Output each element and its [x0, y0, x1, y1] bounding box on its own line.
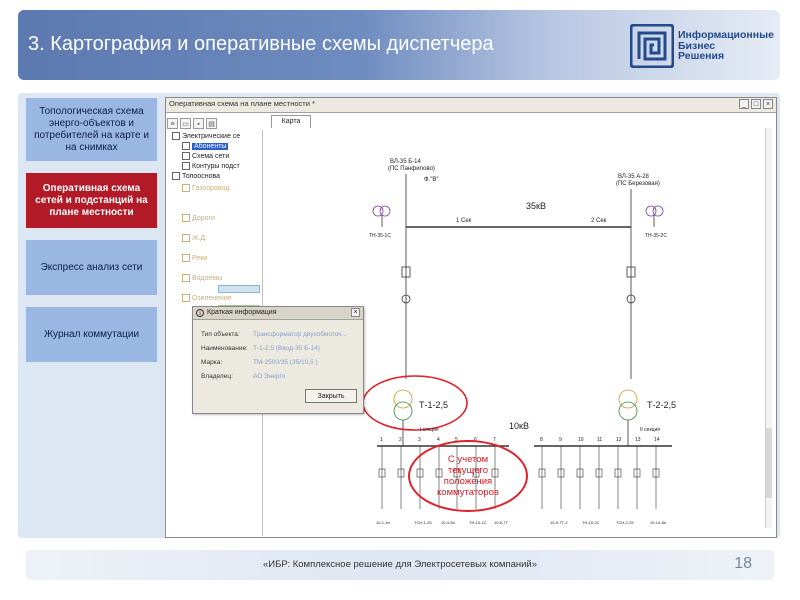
popup-row-name: Наименование: Т-1-2,5 (Ввод-35 Б-14)	[201, 345, 320, 352]
minimize-icon[interactable]: _	[739, 99, 749, 109]
feeder-label: 10-1-4н	[376, 520, 390, 525]
sidebar-item-operative-scheme[interactable]: Оперативная схема сетей и подстанций на …	[26, 173, 157, 228]
tn2-label: ТН-35-2С	[645, 233, 667, 239]
sec1-low-label: I секция	[420, 427, 439, 433]
info-icon: i	[196, 309, 204, 317]
cell-number: 12	[616, 437, 622, 443]
cell-number: 2	[399, 437, 402, 443]
tree-item[interactable]: Ж.Д.	[182, 234, 207, 242]
cell-number: 10	[578, 437, 584, 443]
feeder-label: ТН-10-2С	[582, 520, 600, 525]
window-titlebar: Оперативная схема на плане местности * _…	[166, 98, 776, 113]
cell-number: 11	[597, 437, 602, 443]
scroll-thumb[interactable]	[766, 428, 772, 498]
popup-row-owner: Владелец: АО Энерго	[201, 373, 286, 380]
feeder-label: ТСН-2-25	[616, 520, 634, 525]
feeder-label: ТН-10-1С	[469, 520, 487, 525]
tree-item[interactable]: Дороги	[182, 214, 215, 222]
footer-text: «ИБР: Комплексное решение для Электросет…	[262, 559, 538, 570]
sec2-low-label: II секция	[640, 427, 660, 433]
tn1-label: ТН-35-1С	[369, 233, 391, 239]
t2-label: Т-2-2,5	[647, 400, 676, 410]
tree-item[interactable]: Газопровод	[182, 184, 229, 192]
slide-title: 3. Картография и оперативные схемы диспе…	[28, 33, 494, 55]
maximize-icon[interactable]: □	[751, 99, 761, 109]
line1-sub: (ПС Панфилово)	[388, 166, 435, 172]
cell-number: 13	[635, 437, 641, 443]
bus35-label: 35кВ	[526, 201, 546, 211]
section2-label: 2 Сек	[591, 218, 607, 224]
sidebar-item-switching-log[interactable]: Журнал коммутации	[26, 307, 157, 362]
tree-item[interactable]: Озеленение	[182, 294, 232, 302]
line2-sub: (ПС Березовая)	[616, 181, 660, 187]
tree-item[interactable]: Реки	[182, 254, 207, 262]
logo-text: Информационные Бизнес Решения	[678, 29, 774, 62]
popup-title: Краткая информация	[207, 309, 277, 316]
popup-row-model: Марка: ТМ-2500/35 (35/10,5 )	[201, 359, 318, 366]
water-swatch	[218, 285, 260, 293]
tab-map[interactable]: Карта	[271, 115, 311, 128]
sidebar-item-express-analysis[interactable]: Экспресс анализ сети	[26, 240, 157, 295]
switch-state-callout: С учетом текущего положения коммутаторов	[408, 440, 528, 512]
line1-name: ВЛ-35 Б-14	[390, 159, 421, 165]
vertical-scrollbar[interactable]	[765, 128, 772, 528]
callout-text: С учетом текущего положения коммутаторов	[437, 454, 499, 498]
popup-row-type: Тип объекта: Трансформатор двухобмоточ...	[201, 331, 347, 338]
cell-number: 14	[654, 437, 660, 443]
layers-icon[interactable]: ≡	[167, 118, 178, 129]
feeder-label: 10-4-5н	[441, 520, 455, 525]
tree-item[interactable]: Электрические се	[172, 132, 240, 140]
print-icon[interactable]: ▤	[206, 118, 217, 129]
line2-name: ВЛ-35 А-28	[618, 174, 650, 180]
feeder-label: 10-14-8н	[650, 520, 666, 525]
sidebar-item-topology[interactable]: Топологическая схема энерго-объектов и п…	[26, 98, 157, 161]
window-title: Оперативная схема на плане местности *	[169, 99, 315, 108]
company-logo: Информационные Бизнес Решения	[630, 24, 790, 74]
cell-number: 8	[540, 437, 543, 443]
folder-icon[interactable]: ▭	[180, 118, 191, 129]
cell-number: 7	[493, 437, 496, 443]
feeder-label: ТСН-1-25	[414, 520, 432, 525]
save-icon[interactable]: ▪	[193, 118, 204, 129]
section1-label: 1 Сек	[456, 218, 472, 224]
popup-titlebar: i Краткая информация ×	[193, 307, 363, 320]
tree-item[interactable]: Топооснова	[172, 172, 220, 180]
t1-label: Т-1-2,5	[419, 400, 448, 410]
popup-close-icon[interactable]: ×	[351, 308, 360, 317]
slide-header: 3. Картография и оперативные схемы диспе…	[18, 10, 780, 80]
popup-close-button[interactable]: Закрыть	[305, 389, 357, 403]
feeder-label: 10-6-7Т	[494, 520, 509, 525]
cell-number: 1	[380, 437, 383, 443]
cell-number: 3	[418, 437, 421, 443]
info-popup: i Краткая информация × Тип объекта: Транс…	[192, 306, 364, 414]
page-number: 18	[734, 555, 752, 572]
phase-label: Ф."В"	[424, 177, 439, 183]
toolbar: ≡ ▭ ▪ ▤	[166, 113, 266, 129]
close-icon[interactable]: ×	[763, 99, 773, 109]
cell-number: 9	[559, 437, 562, 443]
bus10-label: 10кВ	[509, 421, 529, 431]
feeder-label: 10-9-7Т-2	[550, 520, 568, 525]
tree-item[interactable]: Контуры подст	[182, 162, 240, 170]
cell-number: 4	[437, 437, 440, 443]
tree-item[interactable]: Абоненты	[182, 142, 229, 150]
tree-item[interactable]: Водоемы	[182, 274, 222, 282]
slide-footer: «ИБР: Комплексное решение для Электросет…	[26, 550, 774, 580]
spiral-logo-icon	[630, 24, 674, 68]
tree-item[interactable]: Схема сети	[182, 152, 229, 160]
